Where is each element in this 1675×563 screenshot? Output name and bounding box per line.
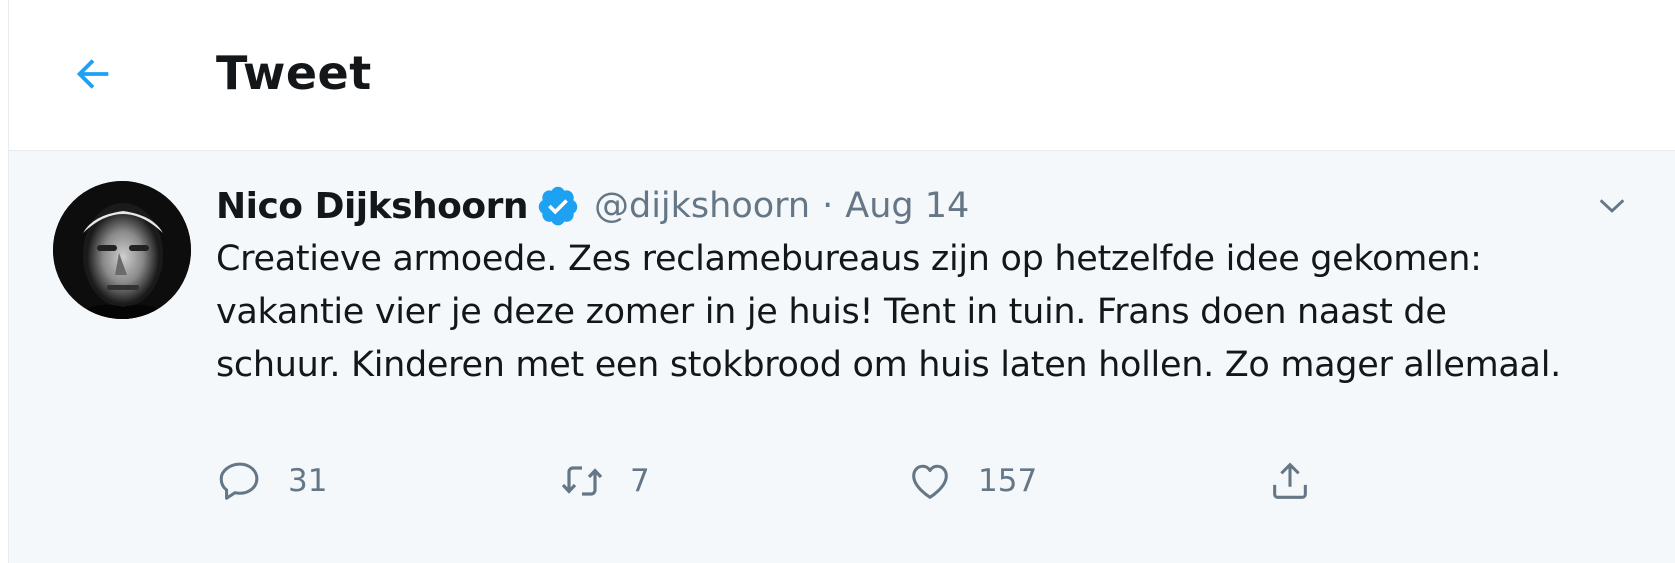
- share-button[interactable]: [1266, 451, 1314, 511]
- reply-button[interactable]: 31: [216, 451, 327, 511]
- page-header: Tweet: [9, 0, 1675, 151]
- tweet-text: Creatieve armoede. Zes reclamebureaus zi…: [216, 239, 1561, 385]
- author-name[interactable]: Nico Dijkshoorn: [216, 186, 528, 227]
- avatar-photo: [53, 181, 191, 319]
- share-icon: [1266, 457, 1314, 505]
- retweet-icon: [558, 457, 606, 505]
- retweet-count: 7: [630, 463, 650, 499]
- retweet-button[interactable]: 7: [558, 451, 650, 511]
- verified-badge-icon: [536, 184, 580, 228]
- page-title: Tweet: [216, 46, 372, 100]
- tweet-menu-button[interactable]: [1587, 181, 1637, 231]
- chevron-down-icon: [1599, 199, 1625, 213]
- avatar[interactable]: [53, 181, 191, 319]
- like-button[interactable]: 157: [906, 451, 1037, 511]
- reply-count: 31: [288, 463, 328, 499]
- back-button[interactable]: [63, 44, 123, 104]
- tweet-date[interactable]: Aug 14: [845, 186, 969, 226]
- tweet-header: Nico Dijkshoorn @dijkshoorn · Aug 14: [216, 181, 969, 231]
- tweet[interactable]: Nico Dijkshoorn @dijkshoorn · Aug 14 Cre…: [9, 151, 1675, 563]
- tweet-actions: 31 7 157: [216, 451, 1396, 511]
- tweet-page: Tweet Nico Dijkshoorn @dijkshoorn · Aug …: [8, 0, 1675, 563]
- separator-dot: ·: [822, 186, 834, 226]
- like-count: 157: [978, 463, 1038, 499]
- reply-icon: [216, 457, 264, 505]
- heart-icon: [906, 457, 954, 505]
- author-handle[interactable]: @dijkshoorn: [594, 186, 810, 226]
- arrow-left-icon: [76, 59, 109, 89]
